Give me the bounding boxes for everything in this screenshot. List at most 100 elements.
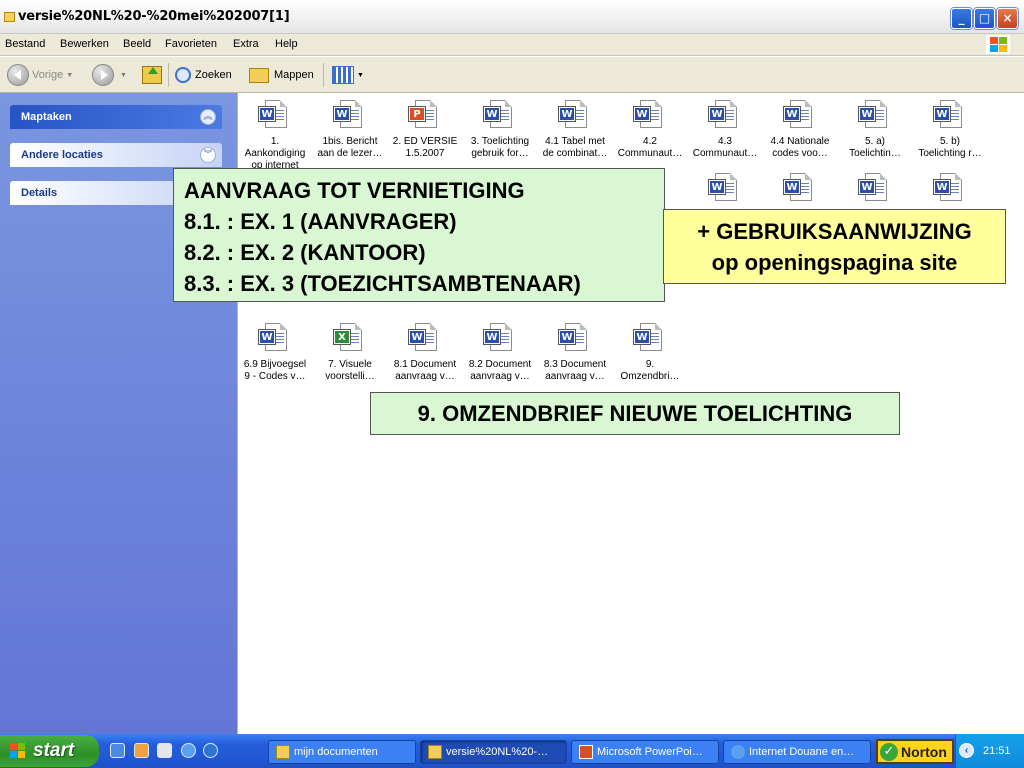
menu-item-bestand[interactable]: Bestand	[5, 38, 45, 50]
file-name-line: Toelichtin…	[849, 148, 901, 159]
section-label: Andere locaties	[21, 149, 103, 161]
windows-flag-icon	[10, 743, 26, 759]
views-icon	[332, 66, 354, 84]
system-tray: ‹ 21:51	[955, 734, 1024, 768]
callout-line: + GEBRUIKSAANWIJZING	[697, 219, 972, 244]
file-name-line: 1.	[270, 136, 280, 147]
search-icon	[175, 67, 191, 83]
file-name-line: aanvraag v…	[470, 371, 530, 382]
file-item[interactable]: W 5. a) Toelichtin…	[838, 98, 912, 160]
file-item[interactable]: W 1. Aankondiging op internet	[238, 98, 312, 172]
file-item[interactable]: W 3. Toelichting gebruik for…	[463, 98, 537, 160]
windows-logo-icon	[986, 35, 1010, 54]
quicklaunch-outlook-icon[interactable]	[134, 743, 149, 758]
quicklaunch-media-player-icon[interactable]	[203, 743, 218, 758]
file-name-line: 2. ED VERSIE	[392, 136, 458, 147]
taskbar-item-internet-explorer[interactable]: Internet Douane en…	[723, 740, 871, 764]
folders-icon	[249, 67, 269, 83]
folders-button[interactable]: Mappen	[249, 63, 314, 87]
callout-destruction-request: AANVRAAG TOT VERNIETIGING 8.1. : EX. 1 (…	[173, 168, 665, 302]
file-item[interactable]: W 1bis. Bericht aan de lezer…	[313, 98, 387, 160]
title-bar: versie%20NL%20-%20mei%202007[1] _ □ ×	[0, 0, 1024, 34]
file-name-line: 7. Visuele	[328, 359, 372, 370]
callout-line: 8.2. : EX. 2 (KANTOOR)	[184, 240, 426, 265]
file-name-line: 9.	[645, 359, 655, 370]
taskbar-item-versie-folder[interactable]: versie%20NL%20-…	[420, 740, 567, 764]
file-name-line: aan de lezer…	[317, 148, 383, 159]
task-pane-section-andere-locaties[interactable]: Andere locaties ︾	[10, 143, 222, 167]
word-document-icon: W	[259, 321, 291, 355]
task-pane-section-maptaken[interactable]: Maptaken ︽	[10, 105, 222, 129]
file-item[interactable]: W 6.9 Bijvoegsel 9 - Codes v…	[238, 321, 312, 383]
file-item[interactable]: W 4.4 Nationale codes voo…	[763, 98, 837, 160]
file-name-line: gebruik for…	[471, 148, 529, 159]
minimize-button[interactable]: _	[951, 8, 972, 29]
show-hidden-icons-icon[interactable]: ‹	[959, 743, 974, 758]
file-item[interactable]: X 7. Visuele voorstelli…	[313, 321, 387, 383]
folders-label: Mappen	[274, 69, 314, 81]
start-label: start	[33, 740, 75, 761]
word-document-icon: W	[934, 171, 966, 205]
expand-icon[interactable]: ︾	[200, 147, 216, 163]
word-document-icon: W	[334, 98, 366, 132]
menu-item-bewerken[interactable]: Bewerken	[60, 38, 109, 50]
folder-icon	[276, 745, 290, 759]
file-name-line: 5. a)	[864, 136, 885, 147]
menu-item-extra[interactable]: Extra	[233, 38, 259, 50]
file-name-line: de combinat…	[542, 148, 608, 159]
forward-button[interactable]: ▼	[92, 63, 127, 87]
file-item[interactable]: W 4.2 Communaut…	[613, 98, 687, 160]
taskbar-item-mijn-documenten[interactable]: mijn documenten	[268, 740, 416, 764]
close-button[interactable]: ×	[997, 8, 1018, 29]
file-name-line: 6.9 Bijvoegsel	[243, 359, 307, 370]
file-item[interactable]: W 8.1 Document aanvraag v…	[388, 321, 462, 383]
back-arrow-icon	[7, 64, 29, 86]
quicklaunch-desktop-icon[interactable]	[157, 743, 172, 758]
file-name-line: Aankondiging	[244, 148, 306, 159]
search-label: Zoeken	[195, 69, 232, 81]
file-item[interactable]: W 9. Omzendbri…	[613, 321, 687, 383]
maximize-button[interactable]: □	[974, 8, 995, 29]
file-name-line: 3. Toelichting	[470, 136, 530, 147]
file-name-line: 8.3 Document	[543, 359, 607, 370]
back-button[interactable]: Vorige ▼	[7, 63, 73, 87]
folder-icon	[428, 745, 442, 759]
word-document-icon: W	[259, 98, 291, 132]
toolbar: Vorige ▼ ▼ Zoeken Mappen ▼	[0, 57, 1024, 93]
section-label: Details	[21, 187, 58, 199]
collapse-icon[interactable]: ︽	[200, 109, 216, 125]
menu-item-favorieten[interactable]: Favorieten	[165, 38, 217, 50]
file-item[interactable]: P 2. ED VERSIE 1.5.2007	[388, 98, 462, 160]
word-document-icon: W	[709, 98, 741, 132]
search-button[interactable]: Zoeken	[175, 63, 232, 87]
taskbar-item-powerpoint[interactable]: Microsoft PowerPoi…	[571, 740, 719, 764]
word-document-icon: W	[634, 321, 666, 355]
menu-item-help[interactable]: Help	[275, 38, 298, 50]
word-document-icon: W	[409, 321, 441, 355]
excel-document-icon: X	[334, 321, 366, 355]
file-item[interactable]: W 4.1 Tabel met de combinat…	[538, 98, 612, 160]
file-name-line: aanvraag v…	[545, 371, 605, 382]
up-folder-button[interactable]	[142, 63, 162, 87]
menu-item-beeld[interactable]: Beeld	[123, 38, 151, 50]
file-name-line: 4.3	[718, 136, 732, 147]
file-item[interactable]: W 8.3 Document aanvraag v…	[538, 321, 612, 383]
taskbar: start mijn documenten versie%20NL%20-… M…	[0, 734, 1024, 768]
views-button[interactable]: ▼	[332, 63, 364, 87]
task-label: Internet Douane en…	[749, 746, 855, 758]
chevron-down-icon: ▼	[357, 71, 364, 79]
chevron-down-icon: ▼	[66, 71, 74, 79]
norton-button[interactable]: ✓ Norton	[876, 739, 954, 764]
folder-icon	[4, 12, 15, 22]
file-name-line: 1bis. Bericht	[322, 136, 378, 147]
file-item[interactable]: W 4.3 Communaut…	[688, 98, 762, 160]
file-item[interactable]: W 8.2 Document aanvraag v…	[463, 321, 537, 383]
file-name-line: voorstelli…	[325, 371, 375, 382]
start-button[interactable]: start	[0, 735, 99, 767]
check-icon: ✓	[880, 743, 898, 761]
quicklaunch-browser-icon[interactable]	[181, 743, 196, 758]
clock: 21:51	[983, 745, 1011, 757]
quicklaunch-ie-icon[interactable]	[110, 743, 125, 758]
section-label: Maptaken	[21, 111, 72, 123]
file-item[interactable]: W 5. b) Toelichting r…	[913, 98, 987, 160]
